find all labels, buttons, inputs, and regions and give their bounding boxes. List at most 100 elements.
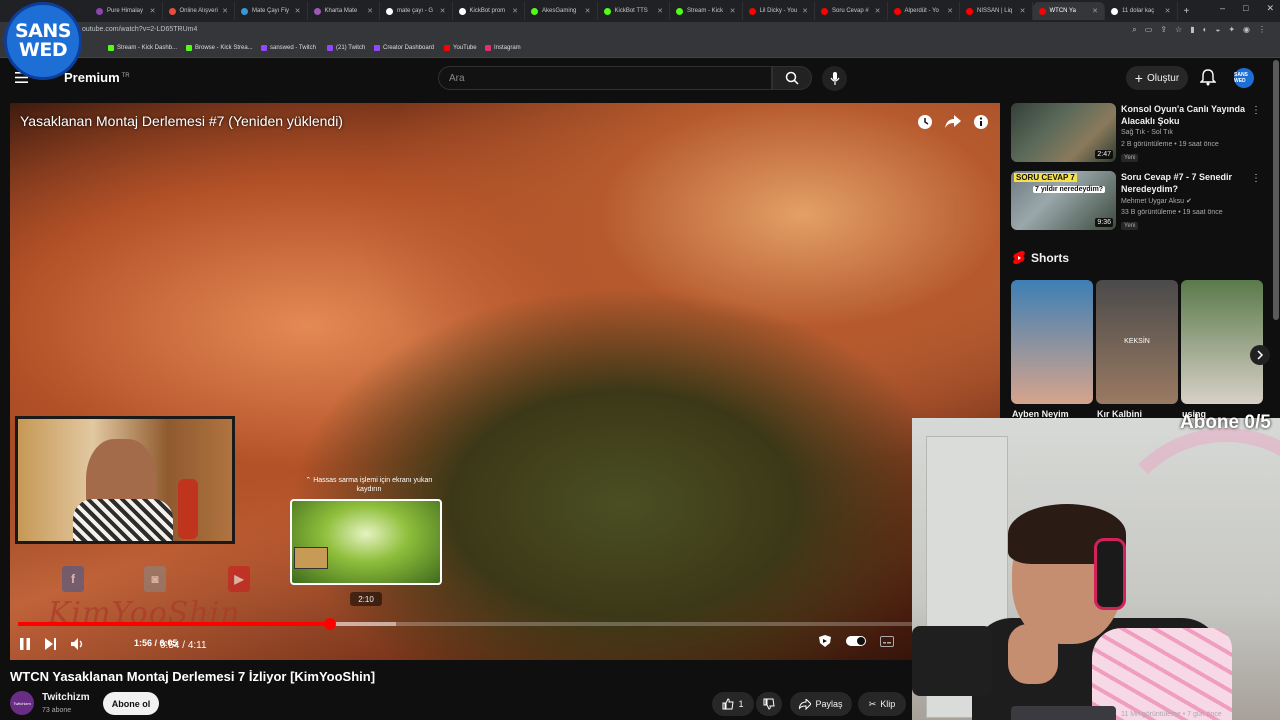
tab-close-icon[interactable]: ✕ — [440, 7, 446, 15]
browser-tab[interactable]: WTCN Ya ✕ — [1032, 2, 1105, 20]
browser-tab[interactable]: Kharta Mate ✕ — [308, 2, 380, 20]
share-icon[interactable]: ⇪ — [1160, 25, 1167, 35]
close-icon[interactable]: ✕ — [1266, 3, 1274, 14]
tab-close-icon[interactable]: ✕ — [295, 7, 301, 15]
bookmark-item[interactable]: Stream - Kick Dashb... — [108, 45, 177, 51]
browser-tab[interactable]: Soru Cevap # ✕ — [815, 2, 888, 20]
short-title[interactable]: Ayben Neyim — [1012, 409, 1069, 419]
kebab-menu-icon[interactable]: ⋮ — [1251, 173, 1261, 184]
browser-tab[interactable]: NISSAN | Liq ✕ — [960, 2, 1033, 20]
short-thumbnail[interactable] — [1181, 280, 1263, 404]
tab-close-icon[interactable]: ✕ — [512, 7, 518, 15]
subtitles-icon[interactable] — [880, 635, 894, 647]
related-video-item[interactable]: SORU CEVAP 7 7 yıldır neredeydim? 9:36 Soru… — [1011, 171, 1273, 235]
short-thumbnail[interactable] — [1011, 280, 1093, 404]
related-video-item[interactable]: 2:47 Konsol Oyun'a Canlı Yayında Alacaklı… — [1011, 103, 1273, 167]
tab-close-icon[interactable]: ✕ — [947, 7, 953, 15]
browser-tab[interactable]: AkesGaming ✕ — [525, 2, 598, 20]
video-thumbnail[interactable]: SORU CEVAP 7 7 yıldır neredeydim? 9:36 — [1011, 171, 1116, 230]
tab-close-icon[interactable]: ✕ — [657, 7, 663, 15]
new-tab-icon[interactable]: + — [1178, 2, 1196, 20]
short-thumbnail[interactable]: KEKSİN — [1096, 280, 1178, 404]
zoom-icon[interactable]: ⌕ — [1132, 25, 1136, 35]
short-title[interactable]: Kır Kalbini — [1097, 409, 1142, 419]
shorts-next-button[interactable] — [1250, 345, 1270, 365]
related-video-thumbnail[interactable] — [1011, 706, 1116, 720]
profile-icon[interactable]: ◉ — [1243, 25, 1250, 35]
kebab-menu-icon[interactable]: ⋮ — [1251, 105, 1261, 116]
extension-icon[interactable]: ▮ — [1190, 25, 1194, 35]
browser-tab[interactable]: KickBot TTS ✕ — [598, 2, 670, 20]
minimize-icon[interactable]: – — [1220, 3, 1225, 14]
bookmark-item[interactable]: Browse - Kick Strea... — [186, 45, 253, 51]
time-total: 4:11 — [187, 640, 207, 651]
channel-name[interactable]: Sağ Tık - Sol Tık — [1121, 129, 1173, 136]
video-title-link[interactable]: Konsol Oyun'a Canlı Yayında Alacaklı Şok… — [1121, 103, 1256, 127]
tab-close-icon[interactable]: ✕ — [802, 7, 808, 15]
clip-label: Klip — [880, 699, 896, 709]
channel-name[interactable]: Twitchizm — [42, 692, 90, 703]
puzzle-icon[interactable]: ✦ — [1228, 25, 1235, 35]
sponsorblock-icon[interactable] — [818, 634, 832, 648]
browser-tab[interactable]: Mate Çayı Fiy ✕ — [235, 2, 308, 20]
autoplay-toggle[interactable] — [846, 636, 866, 646]
browser-tab[interactable]: Lil Dicky - You ✕ — [743, 2, 815, 20]
browser-tab[interactable]: Pure Himalay ✕ — [90, 2, 163, 20]
browser-tab[interactable]: Alperdüt - Yo ✕ — [888, 2, 960, 20]
youtube-premium-logo[interactable]: Premium TR — [64, 70, 130, 85]
channel-avatar[interactable]: Twitchizm — [10, 691, 34, 715]
extension-icon[interactable]: ◒ — [1215, 25, 1220, 35]
video-overlay-title[interactable]: Yasaklanan Montaj Derlemesi #7 (Yeniden … — [20, 113, 343, 129]
shorts-title: Shorts — [1031, 251, 1070, 265]
bookmark-item[interactable]: sanswed - Twitch — [261, 45, 316, 51]
search-button[interactable] — [772, 66, 812, 90]
cast-icon[interactable]: ▭ — [1145, 25, 1153, 35]
channel-name[interactable]: Mehmet Uygar Aksu ✔ — [1121, 197, 1192, 205]
subscribe-button[interactable]: Abone ol — [103, 692, 159, 715]
dislike-button[interactable] — [756, 692, 782, 716]
bookmark-item[interactable]: Creator Dashboard — [374, 45, 434, 51]
watch-later-icon[interactable] — [916, 113, 934, 131]
star-icon[interactable]: ☆ — [1175, 25, 1182, 35]
tab-close-icon[interactable]: ✕ — [222, 7, 228, 15]
pause-icon[interactable] — [18, 637, 32, 651]
like-button[interactable]: 1 — [712, 692, 754, 716]
bookmark-label: (21) Twitch — [336, 45, 366, 51]
share-arrow-icon[interactable] — [944, 113, 962, 131]
create-button[interactable]: + Oluştur — [1126, 66, 1188, 90]
browser-tab[interactable]: 11 dolar kaç ✕ — [1105, 2, 1178, 20]
bookmark-item[interactable]: YouTube — [444, 45, 477, 51]
video-thumbnail[interactable]: 2:47 — [1011, 103, 1116, 162]
tab-close-icon[interactable]: ✕ — [1092, 7, 1098, 15]
tab-close-icon[interactable]: ✕ — [875, 7, 881, 15]
notifications-bell-icon[interactable] — [1200, 69, 1216, 86]
browser-tab[interactable]: KickBot prom ✕ — [453, 2, 525, 20]
tab-close-icon[interactable]: ✕ — [585, 7, 591, 15]
browser-tab[interactable]: mate çayı - G ✕ — [380, 2, 453, 20]
tab-close-icon[interactable]: ✕ — [367, 7, 373, 15]
tab-close-icon[interactable]: ✕ — [730, 7, 736, 15]
next-icon[interactable] — [44, 637, 58, 651]
page-scrollbar[interactable] — [1273, 60, 1279, 320]
kebab-menu-icon[interactable]: ⋮ — [1258, 25, 1266, 35]
user-avatar[interactable]: SANS WED — [1234, 68, 1254, 88]
video-title-link[interactable]: Soru Cevap #7 - 7 Senedir Neredeydim? — [1121, 171, 1256, 195]
url-text[interactable]: outube.com/watch?v=2-LD65TRUm4 — [82, 26, 197, 33]
browser-tab[interactable]: Online Alışveri ✕ — [163, 2, 235, 20]
voice-search-button[interactable] — [822, 66, 847, 91]
tab-close-icon[interactable]: ✕ — [150, 7, 156, 15]
browser-tab[interactable]: Stream - Kick ✕ — [670, 2, 743, 20]
clip-button[interactable]: ✂ Klip — [858, 692, 906, 716]
info-icon[interactable] — [972, 113, 990, 131]
short-title[interactable]: using — [1182, 409, 1206, 419]
search-input[interactable]: Ara — [438, 66, 772, 90]
share-button[interactable]: Paylaş — [790, 692, 852, 716]
tab-favicon-icon — [893, 7, 901, 15]
maximize-icon[interactable]: □ — [1243, 3, 1248, 14]
tab-close-icon[interactable]: ✕ — [1165, 7, 1171, 15]
extension-icon[interactable]: ◐ — [1203, 25, 1208, 35]
volume-icon[interactable] — [70, 637, 86, 651]
bookmark-item[interactable]: (21) Twitch — [327, 45, 365, 51]
tab-close-icon[interactable]: ✕ — [1020, 7, 1026, 15]
bookmark-item[interactable]: Instagram — [485, 45, 521, 51]
